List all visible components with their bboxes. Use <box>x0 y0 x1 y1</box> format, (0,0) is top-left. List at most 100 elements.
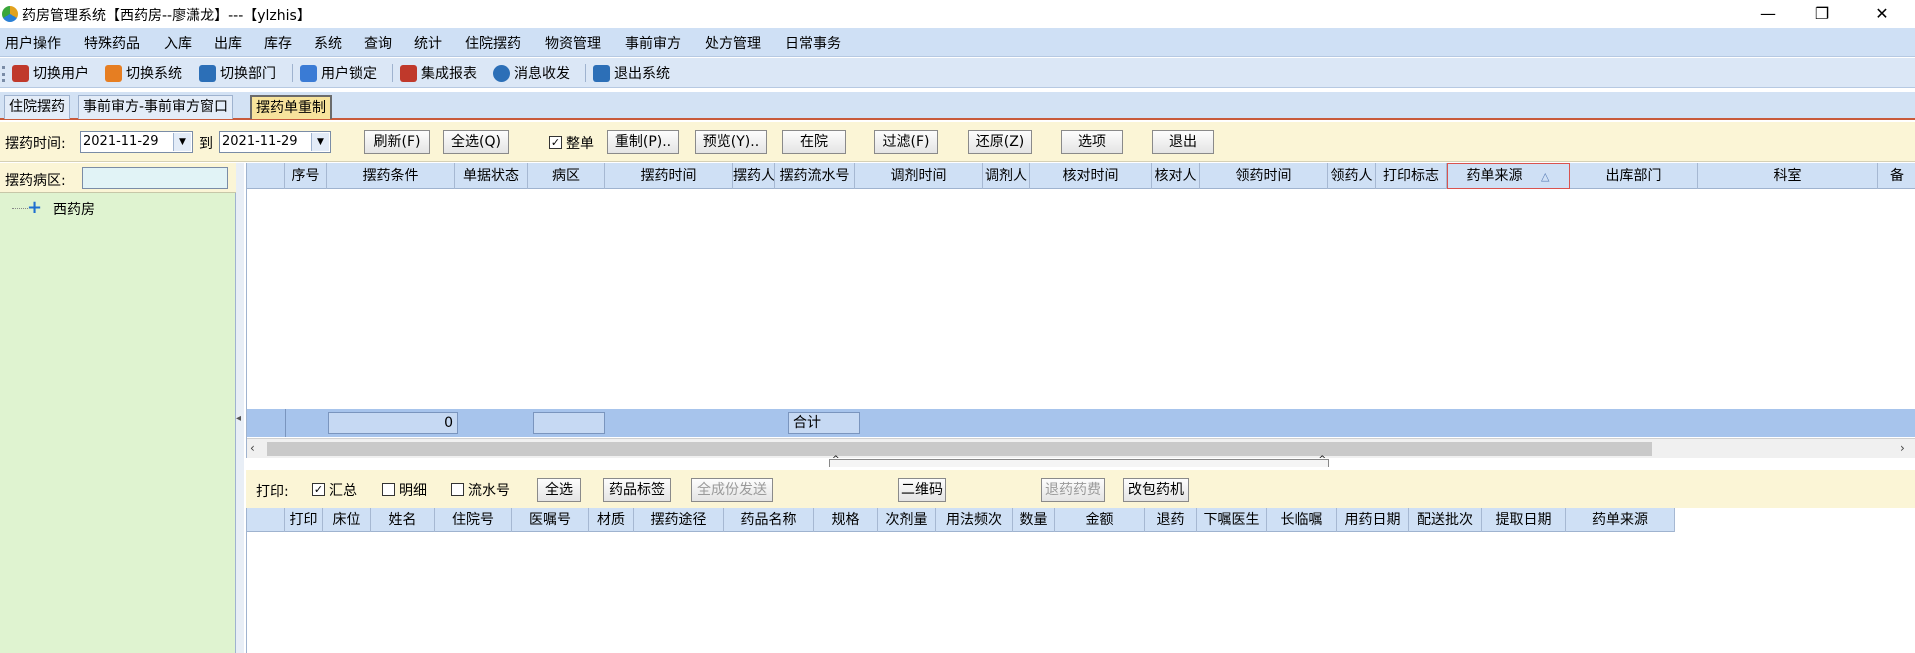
col-header-print-flag[interactable]: 打印标志 <box>1376 163 1447 189</box>
col-header-drug-name[interactable]: 药品名称 <box>724 508 814 532</box>
col-header-bed[interactable]: 床位 <box>323 508 371 532</box>
col-header-med-date[interactable]: 用药日期 <box>1337 508 1409 532</box>
menu-special-drugs[interactable]: 特殊药品 <box>84 33 140 53</box>
send-all-components-button[interactable]: 全成份发送 <box>691 478 773 502</box>
col-header-checker[interactable]: 核对人 <box>1152 163 1200 189</box>
col-header-material[interactable]: 材质 <box>589 508 634 532</box>
col-header-order-type[interactable]: 长临嘱 <box>1267 508 1337 532</box>
chevron-down-icon[interactable]: ▼ <box>173 133 191 151</box>
preview-button[interactable]: 预览(Y).. <box>695 130 767 154</box>
col-header-inpatient-no[interactable]: 住院号 <box>435 508 512 532</box>
tab-inpatient-dispensing[interactable]: 住院摆药 <box>4 95 70 119</box>
vertical-splitter[interactable]: ◂ <box>236 163 244 653</box>
col-header-condition[interactable]: 摆药条件 <box>327 163 455 189</box>
col-header-return[interactable]: 退药 <box>1145 508 1197 532</box>
menu-user-ops[interactable]: 用户操作 <box>5 33 61 53</box>
return-drug-button[interactable]: 退药药费 <box>1041 478 1105 502</box>
col-header-order-no[interactable]: 医嘱号 <box>512 508 589 532</box>
row-indicator-header <box>247 163 285 189</box>
scroll-left-icon[interactable]: ‹ <box>250 441 255 455</box>
col-header-name[interactable]: 姓名 <box>371 508 435 532</box>
col-header-detail-order-source[interactable]: 药单来源 <box>1566 508 1675 532</box>
user-lock-button[interactable]: 用户锁定 <box>300 62 377 84</box>
exit-button[interactable]: 退出 <box>1152 130 1214 154</box>
tab-dispensing-redo[interactable]: 摆药单重制 <box>250 95 332 119</box>
scrollbar-thumb[interactable] <box>267 442 1652 456</box>
menu-stock-out[interactable]: 出库 <box>214 33 242 53</box>
col-header-amount[interactable]: 金额 <box>1055 508 1145 532</box>
menu-inventory[interactable]: 库存 <box>264 33 292 53</box>
tree-node-western-pharmacy[interactable]: 西药房 <box>53 199 95 219</box>
scroll-right-icon[interactable]: › <box>1900 441 1905 455</box>
col-header-spec[interactable]: 规格 <box>814 508 878 532</box>
drug-label-button[interactable]: 药品标签 <box>603 478 671 502</box>
refresh-button[interactable]: 刷新(F) <box>364 130 430 154</box>
collapse-left-icon[interactable]: ◂ <box>236 413 241 424</box>
chevron-down-icon[interactable]: ▼ <box>311 133 329 151</box>
col-header-ward[interactable]: 病区 <box>528 163 605 189</box>
toolbar-grip[interactable] <box>2 66 5 82</box>
minimize-button[interactable]: — <box>1745 2 1791 26</box>
col-header-out-dept[interactable]: 出库部门 <box>1570 163 1698 189</box>
pack-machine-button[interactable]: 改包药机 <box>1123 478 1189 502</box>
col-header-quantity[interactable]: 数量 <box>1013 508 1055 532</box>
col-header-dispenser[interactable]: 摆药人 <box>733 163 775 189</box>
horizontal-splitter[interactable]: ^ ^ <box>246 455 1915 467</box>
expand-plus-icon[interactable]: + <box>27 199 42 217</box>
tab-prescription-review-window[interactable]: 事前审方-事前审方窗口 <box>78 95 234 119</box>
col-header-doctor[interactable]: 下嘱医生 <box>1197 508 1267 532</box>
exit-system-button[interactable]: 退出系统 <box>593 62 670 84</box>
col-header-receive-time[interactable]: 领药时间 <box>1200 163 1328 189</box>
menu-statistics[interactable]: 统计 <box>414 33 442 53</box>
menu-prescription-mgmt[interactable]: 处方管理 <box>705 33 761 53</box>
switch-system-button[interactable]: 切换系统 <box>105 62 182 84</box>
restore-button[interactable]: 还原(Z) <box>968 130 1032 154</box>
serial-checkbox[interactable] <box>451 483 464 496</box>
horizontal-scrollbar[interactable]: ‹ › <box>247 438 1915 458</box>
col-header-receiver[interactable]: 领药人 <box>1328 163 1376 189</box>
switch-department-button[interactable]: 切换部门 <box>199 62 276 84</box>
menu-daily-affairs[interactable]: 日常事务 <box>785 33 841 53</box>
col-header-prepare-time[interactable]: 调剂时间 <box>855 163 983 189</box>
menu-inpatient-dispensing[interactable]: 住院摆药 <box>465 33 521 53</box>
col-header-doc-status[interactable]: 单据状态 <box>455 163 528 189</box>
col-header-dispense-time[interactable]: 摆药时间 <box>605 163 733 189</box>
menu-system[interactable]: 系统 <box>314 33 342 53</box>
col-header-seq[interactable]: 序号 <box>285 163 327 189</box>
close-button[interactable]: ✕ <box>1859 2 1905 26</box>
bottom-select-all-button[interactable]: 全选 <box>537 478 581 502</box>
summary-checkbox[interactable]: ✓ <box>312 483 325 496</box>
detail-checkbox[interactable] <box>382 483 395 496</box>
menu-stock-in[interactable]: 入库 <box>164 33 192 53</box>
menu-query[interactable]: 查询 <box>364 33 392 53</box>
whole-order-checkbox[interactable]: ✓ <box>549 136 562 149</box>
col-header-frequency[interactable]: 用法频次 <box>936 508 1013 532</box>
select-all-button[interactable]: 全选(Q) <box>443 130 509 154</box>
filter-button[interactable]: 过滤(F) <box>874 130 938 154</box>
date-from-picker[interactable]: 2021-11-29 ▼ <box>80 131 193 153</box>
options-button[interactable]: 选项 <box>1061 130 1123 154</box>
in-hospital-button[interactable]: 在院 <box>782 130 846 154</box>
col-header-route[interactable]: 摆药途径 <box>634 508 724 532</box>
col-header-serial[interactable]: 摆药流水号 <box>775 163 855 189</box>
col-header-department[interactable]: 科室 <box>1698 163 1878 189</box>
menu-prescription-review[interactable]: 事前审方 <box>625 33 681 53</box>
switch-user-button[interactable]: 切换用户 <box>12 62 89 84</box>
date-to-picker[interactable]: 2021-11-29 ▼ <box>219 131 331 153</box>
qrcode-button[interactable]: 二维码 <box>898 478 946 502</box>
col-header-delivery-batch[interactable]: 配送批次 <box>1409 508 1482 532</box>
col-header-preparer[interactable]: 调剂人 <box>983 163 1030 189</box>
messages-button[interactable]: 消息收发 <box>493 62 570 84</box>
report-button[interactable]: 集成报表 <box>400 62 477 84</box>
redo-button[interactable]: 重制(P).. <box>607 130 679 154</box>
col-header-print[interactable]: 打印 <box>285 508 323 532</box>
col-header-remark[interactable]: 备 <box>1878 163 1915 189</box>
menu-materials[interactable]: 物资管理 <box>545 33 601 53</box>
col-header-order-source[interactable]: 药单来源 △ <box>1447 163 1570 189</box>
col-header-check-time[interactable]: 核对时间 <box>1030 163 1152 189</box>
ward-input[interactable] <box>82 167 228 189</box>
col-header-extract-date[interactable]: 提取日期 <box>1482 508 1566 532</box>
splitter-handle[interactable]: ^ ^ <box>829 455 1329 467</box>
maximize-button[interactable]: ❐ <box>1799 2 1845 26</box>
col-header-dose[interactable]: 次剂量 <box>878 508 936 532</box>
